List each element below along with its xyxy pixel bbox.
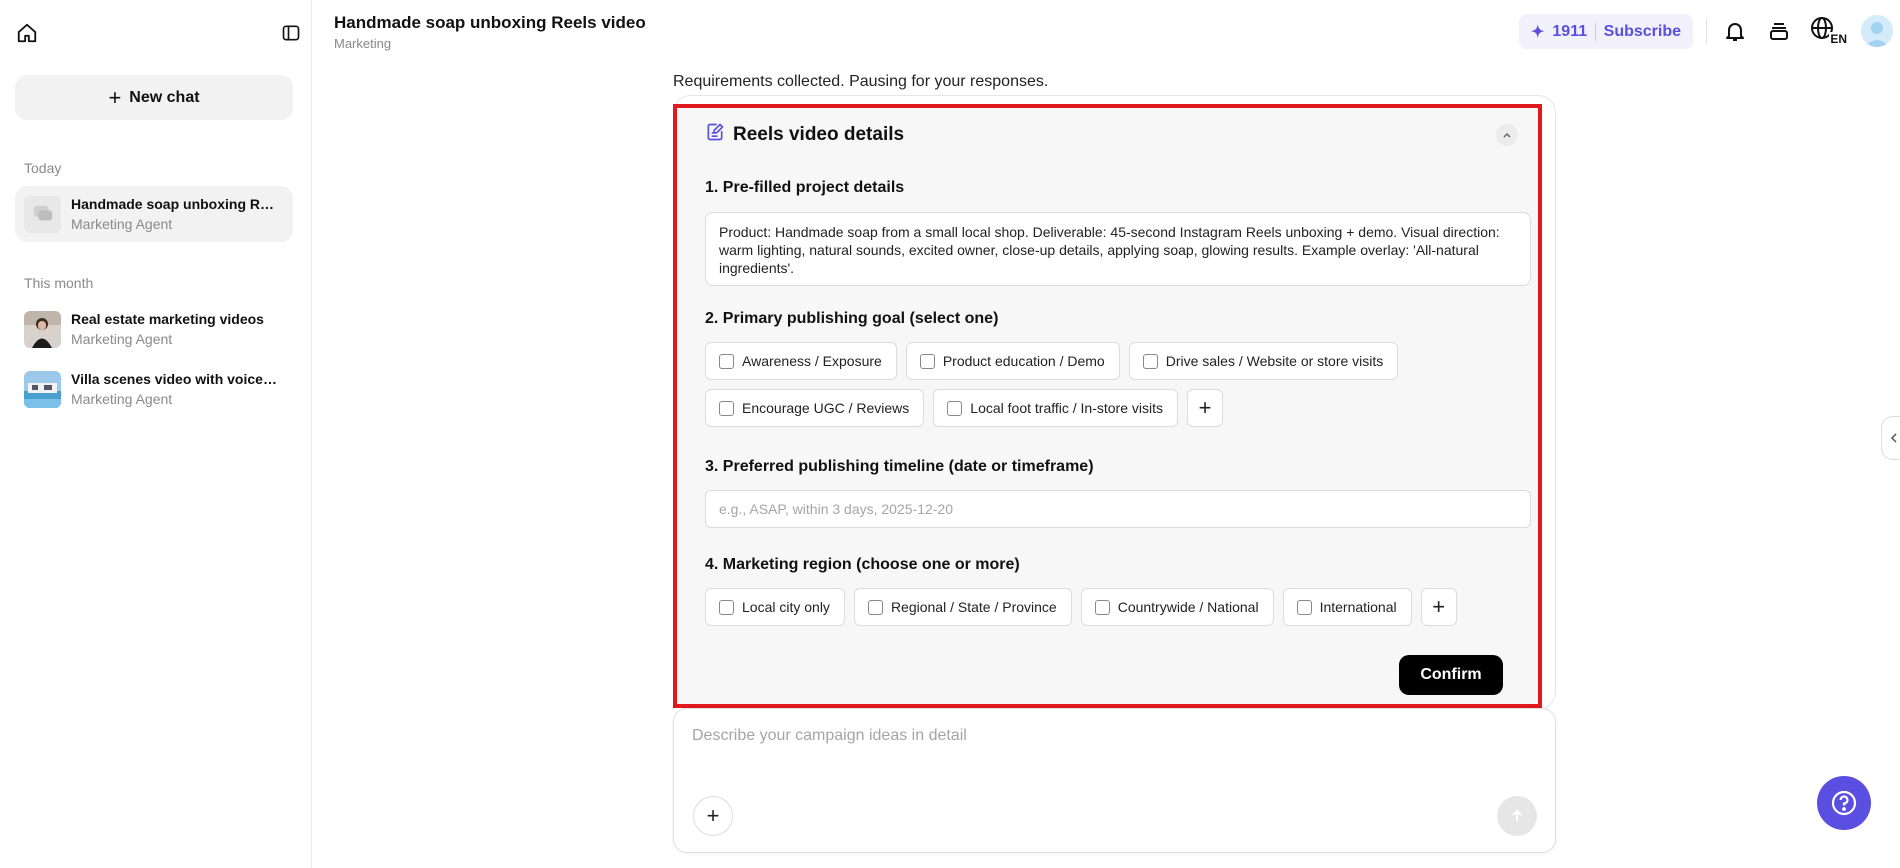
- new-chat-label: New chat: [129, 88, 200, 106]
- chevron-left-icon: [1890, 433, 1897, 443]
- plus-icon: +: [108, 84, 122, 110]
- add-goal-option-button[interactable]: +: [1187, 389, 1224, 427]
- chat-title: Real estate marketing videos: [71, 311, 264, 327]
- new-chat-button[interactable]: + New chat: [15, 75, 293, 120]
- chat-title: Villa scenes video with voiceover: [71, 371, 281, 387]
- goal-options-row: Awareness / Exposure Product education /…: [705, 342, 1399, 380]
- option-label: International: [1319, 599, 1397, 615]
- region-option[interactable]: Regional / State / Province: [853, 588, 1072, 626]
- help-button[interactable]: [1817, 776, 1871, 830]
- language-globe-icon[interactable]: EN: [1809, 16, 1847, 46]
- chat-item[interactable]: Handmade soap unboxing Reel... Marketing…: [15, 186, 293, 242]
- chat-thumbnail: [24, 310, 61, 348]
- credits-count: 1911: [1552, 22, 1588, 40]
- option-label: Local foot traffic / In-store visits: [970, 400, 1164, 416]
- chat-subtitle: Marketing Agent: [71, 331, 173, 347]
- option-label: Product education / Demo: [942, 353, 1105, 369]
- sidebar-top-bar: [14, 20, 304, 46]
- composer-input[interactable]: Describe your campaign ideas in detail: [692, 727, 967, 745]
- card-header: Reels video details: [705, 122, 904, 147]
- card-title: Reels video details: [733, 123, 905, 145]
- chat-thumbnail: [24, 370, 61, 408]
- chat-title: Handmade soap unboxing Reel...: [71, 196, 281, 212]
- checkbox[interactable]: [719, 353, 734, 369]
- send-button[interactable]: [1497, 796, 1537, 836]
- option-label: Drive sales / Website or store visits: [1165, 353, 1384, 369]
- region-option[interactable]: Countrywide / National: [1080, 588, 1274, 626]
- chat-subtitle: Marketing Agent: [71, 216, 173, 232]
- plus-icon: +: [1432, 594, 1446, 619]
- arrow-up-icon: [1512, 809, 1522, 821]
- home-icon[interactable]: [14, 20, 40, 46]
- plus-icon: +: [706, 803, 720, 828]
- region-option[interactable]: International: [1282, 588, 1412, 626]
- credits-badge[interactable]: ✦ 1911 Subscribe: [1519, 14, 1693, 49]
- goal-option[interactable]: Drive sales / Website or store visits: [1128, 342, 1399, 380]
- section-label-today: Today: [24, 160, 62, 176]
- language-badge: EN: [1829, 32, 1847, 46]
- chevron-up-icon[interactable]: [1496, 124, 1518, 146]
- divider: [1595, 22, 1596, 41]
- goal-option[interactable]: Local foot traffic / In-store visits: [933, 389, 1179, 427]
- goal-option[interactable]: Product education / Demo: [905, 342, 1120, 380]
- right-panel-toggle[interactable]: [1881, 416, 1900, 460]
- requirements-card: Reels video details 1. Pre-filled projec…: [673, 104, 1542, 708]
- checkbox[interactable]: [719, 599, 734, 615]
- status-text: Requirements collected. Pausing for your…: [673, 73, 1049, 90]
- question-label: 1. Pre-filled project details: [705, 179, 905, 196]
- chat-bubble-icon: [24, 195, 61, 233]
- page-title: Handmade soap unboxing Reels video: [334, 13, 646, 32]
- checkbox[interactable]: [947, 400, 963, 416]
- app-root: + New chat Today Handmade soap unboxing …: [0, 0, 1900, 868]
- attach-plus-button[interactable]: +: [693, 796, 733, 836]
- confirm-button[interactable]: Confirm: [1399, 655, 1503, 695]
- goal-options-row: Encourage UGC / Reviews Local foot traff…: [705, 389, 1224, 427]
- region-option[interactable]: Local city only: [705, 588, 845, 626]
- message-composer: Describe your campaign ideas in detail +: [673, 708, 1556, 853]
- project-details-textarea[interactable]: Product: Handmade soap from a small loca…: [705, 212, 1531, 286]
- sparkle-icon: ✦: [1531, 23, 1545, 41]
- question-label: 4. Marketing region (choose one or more): [705, 556, 1020, 573]
- checkbox[interactable]: [867, 599, 883, 615]
- section-label-this-month: This month: [24, 275, 94, 291]
- edit-document-icon: [705, 122, 725, 147]
- question-label: 2. Primary publishing goal (select one): [705, 310, 999, 327]
- page-subtitle: Marketing: [334, 36, 392, 51]
- region-options-row: Local city only Regional / State / Provi…: [705, 588, 1457, 626]
- option-label: Regional / State / Province: [890, 599, 1057, 615]
- chat-subtitle: Marketing Agent: [71, 391, 173, 407]
- option-label: Local city only: [742, 599, 830, 615]
- add-region-option-button[interactable]: +: [1420, 588, 1457, 626]
- stack-icon[interactable]: [1764, 16, 1794, 46]
- option-label: Encourage UGC / Reviews: [742, 400, 910, 416]
- checkbox[interactable]: [1094, 599, 1110, 615]
- goal-option[interactable]: Awareness / Exposure: [705, 342, 897, 380]
- subscribe-button[interactable]: Subscribe: [1604, 23, 1681, 41]
- timeline-input[interactable]: [705, 490, 1531, 528]
- bell-icon[interactable]: [1720, 16, 1750, 46]
- checkbox[interactable]: [1142, 353, 1158, 369]
- avatar[interactable]: [1861, 15, 1893, 47]
- checkbox[interactable]: [719, 400, 734, 416]
- question-label: 3. Preferred publishing timeline (date o…: [705, 458, 1094, 475]
- header-divider: [1706, 18, 1707, 44]
- goal-option[interactable]: Encourage UGC / Reviews: [705, 389, 925, 427]
- option-label: Awareness / Exposure: [742, 353, 882, 369]
- checkbox[interactable]: [919, 353, 935, 369]
- sidebar-toggle-icon[interactable]: [278, 20, 304, 46]
- plus-icon: +: [1198, 395, 1212, 420]
- sidebar: + New chat Today Handmade soap unboxing …: [0, 0, 312, 868]
- option-label: Countrywide / National: [1117, 599, 1259, 615]
- question-mark-icon: [1831, 790, 1857, 816]
- chat-item[interactable]: Villa scenes video with voiceover Market…: [15, 361, 293, 417]
- chat-item[interactable]: Real estate marketing videos Marketing A…: [15, 301, 293, 357]
- checkbox[interactable]: [1296, 599, 1312, 615]
